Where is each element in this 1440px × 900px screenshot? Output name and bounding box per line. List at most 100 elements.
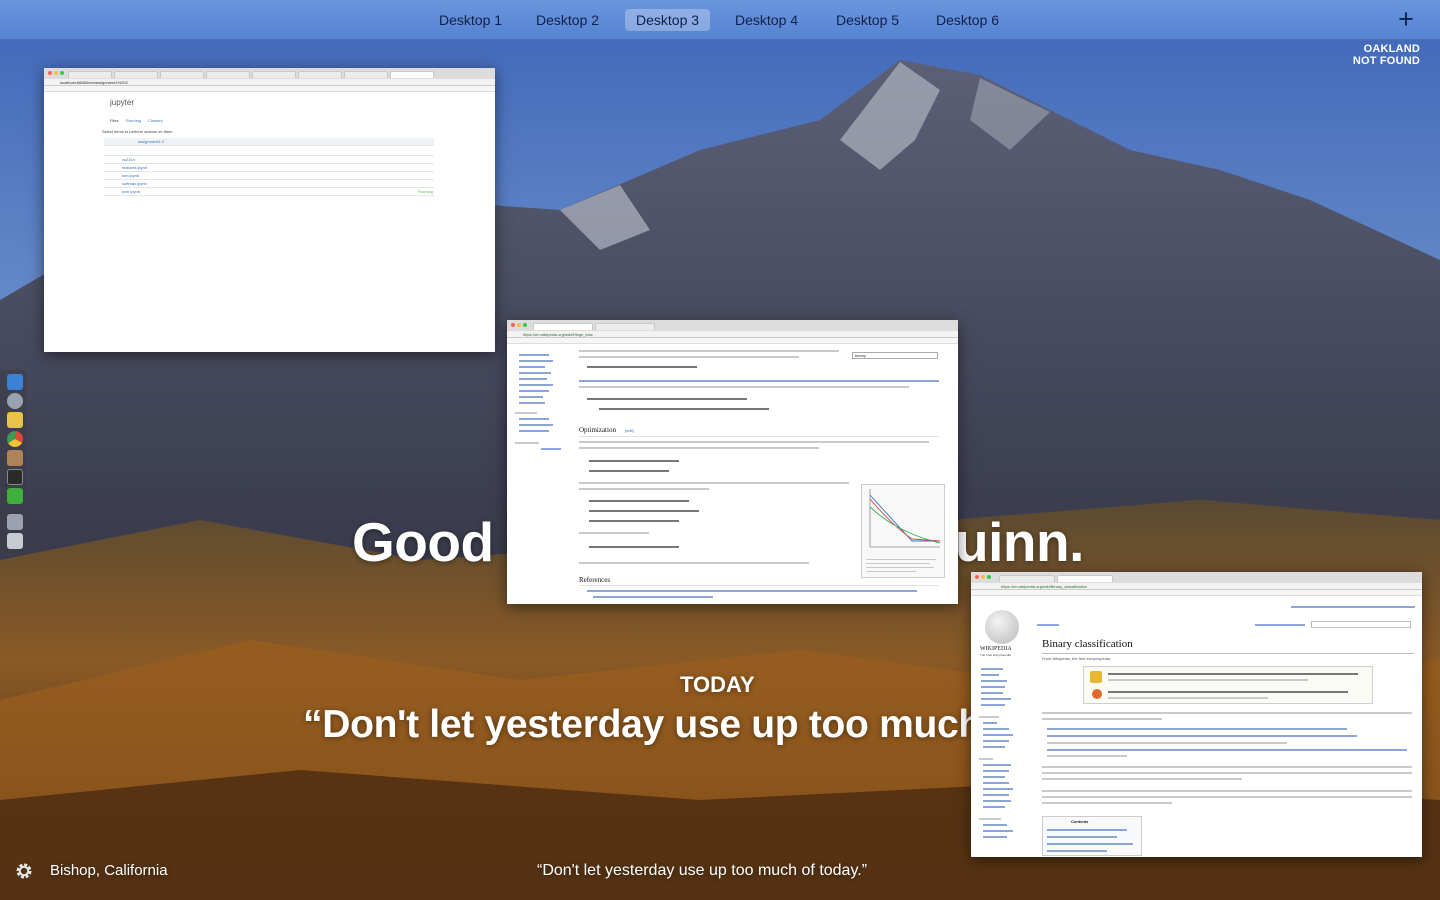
greeting-name-text: uinn. [955,511,1084,573]
wiki-sidebar [511,348,567,468]
alert-icon [1092,689,1102,699]
warning-icon [1090,671,1102,683]
window-binary-classification[interactable]: https://en.wikipedia.org/wiki/Binary_cla… [971,572,1422,857]
browser-tab[interactable] [595,323,655,330]
loss-plot-icon [869,489,941,548]
dock [0,370,26,553]
space-tab-desktop-3[interactable]: Desktop 3 [625,9,711,31]
list-item[interactable]: cs231n [104,156,434,164]
list-item[interactable]: knn.ipynb [104,172,434,180]
corner-badge-line1: OAKLAND [1363,43,1420,55]
url-text: https://en.wikipedia.org/wiki/Binary_cla… [1001,584,1088,589]
jupyter-tab-files[interactable]: Files [110,118,118,123]
spotify-icon[interactable] [7,488,23,504]
corner-badge: OAKLAND NOT FOUND [1353,43,1420,67]
zoom-icon[interactable] [60,71,64,75]
article-from-line: From Wikipedia, the free encyclopedia [1042,656,1111,661]
list-item[interactable]: svm.ipynb Running [104,188,434,196]
list-item[interactable] [104,148,434,156]
bookmarks-bar [44,86,495,92]
file-link[interactable]: features.ipynb [122,165,147,170]
minimize-icon[interactable] [54,71,58,75]
wikipedia-logo-sub: The Free Encyclopedia [980,653,1011,657]
jupyter-tab-clusters[interactable]: Clusters [148,118,163,123]
plus-icon[interactable]: + [1394,6,1418,33]
browser-tab[interactable] [160,71,204,78]
minimize-icon[interactable] [981,575,985,579]
launchpad-icon[interactable] [7,393,23,409]
address-bar[interactable]: localhost:8888/tree/assignment1%202 [44,79,495,86]
space-tab-desktop-6[interactable]: Desktop 6 [925,9,1010,31]
list-item[interactable]: softmax.ipynb [104,180,434,188]
jupyter-tab-running[interactable]: Running [126,118,141,123]
window-titlebar [44,68,495,79]
window-hinge-loss[interactable]: https://en.wikipedia.org/wiki/Hinge_loss… [507,320,958,604]
file-link[interactable]: svm.ipynb [122,189,140,194]
quote-text[interactable]: “Don't let yesterday use up too much of … [537,862,867,880]
browser-tab[interactable] [252,71,296,78]
file-link[interactable]: softmax.ipynb [122,181,147,186]
zoom-icon[interactable] [523,323,527,327]
contents-box: Contents [1042,816,1142,856]
notes-icon[interactable] [7,412,23,428]
bookmarks-bar [507,338,958,344]
browser-tab-active[interactable] [1057,575,1113,582]
file-link[interactable]: knn.ipynb [122,173,139,178]
wiki-sidebar [979,666,1029,856]
window-titlebar [971,572,1422,583]
today-label: TODAY [680,672,755,697]
section-heading-references: References [579,576,611,584]
close-icon[interactable] [48,71,52,75]
browser-tab[interactable] [999,575,1055,582]
file-link[interactable]: cs231n [122,157,135,162]
close-icon[interactable] [975,575,979,579]
today-focus-text[interactable]: “Don't let yesterday use up too much [303,703,982,747]
address-bar[interactable]: https://en.wikipedia.org/wiki/Binary_cla… [971,583,1422,590]
space-tab-desktop-2[interactable]: Desktop 2 [525,9,610,31]
bookmarks-bar [971,590,1422,596]
wikipedia-globe-icon[interactable] [985,610,1019,644]
url-text: https://en.wikipedia.org/wiki/Hinge_loss [523,332,593,337]
wiki-search-input[interactable] [1311,621,1411,628]
jupyter-logo: jupyter [110,98,135,107]
photos-icon[interactable] [7,450,23,466]
browser-tab[interactable] [114,71,158,78]
address-bar[interactable]: https://en.wikipedia.org/wiki/Hinge_loss [507,331,958,338]
gear-icon[interactable] [14,861,34,881]
edit-link[interactable]: [edit] [625,428,634,433]
article-title: Binary classification [1042,638,1133,650]
trash-icon[interactable] [7,533,23,549]
terminal-icon[interactable] [7,469,23,485]
location-label[interactable]: Bishop, California [50,862,168,879]
wiki-search-input[interactable]: binary [852,352,938,359]
finder-icon[interactable] [7,374,23,390]
hinge-loss-figure [861,484,945,578]
window-jupyter[interactable]: localhost:8888/tree/assignment1%202 jupy… [44,68,495,352]
browser-tab-active[interactable] [390,71,434,78]
window-titlebar [507,320,958,331]
downloads-icon[interactable] [7,514,23,530]
folder-name[interactable]: assignment1 2 [138,139,164,144]
zoom-icon[interactable] [987,575,991,579]
search-value: binary [855,353,866,358]
jupyter-instruction: Select items to perform actions on them. [102,129,174,134]
list-item[interactable]: features.ipynb [104,164,434,172]
url-text: localhost:8888/tree/assignment1%202 [60,80,128,85]
browser-tab[interactable] [206,71,250,78]
space-tab-desktop-4[interactable]: Desktop 4 [724,9,809,31]
space-tab-desktop-5[interactable]: Desktop 5 [825,9,910,31]
browser-tab[interactable] [68,71,112,78]
mission-control-spaces-bar: Desktop 1 Desktop 2 Desktop 3 Desktop 4 … [0,0,1440,40]
close-icon[interactable] [511,323,515,327]
contents-title: Contents [1071,819,1089,824]
minimize-icon[interactable] [517,323,521,327]
chrome-icon[interactable] [7,431,23,447]
browser-tab[interactable] [344,71,388,78]
wikipedia-logo-text: WIKIPEDIA [980,646,1012,652]
browser-tab-active[interactable] [533,323,593,330]
browser-tab[interactable] [298,71,342,78]
space-tab-desktop-1[interactable]: Desktop 1 [428,9,513,31]
greeting-text: Good [352,511,494,573]
folder-row[interactable]: assignment1 2 [104,138,434,146]
section-heading-optimization: Optimization [579,426,616,434]
